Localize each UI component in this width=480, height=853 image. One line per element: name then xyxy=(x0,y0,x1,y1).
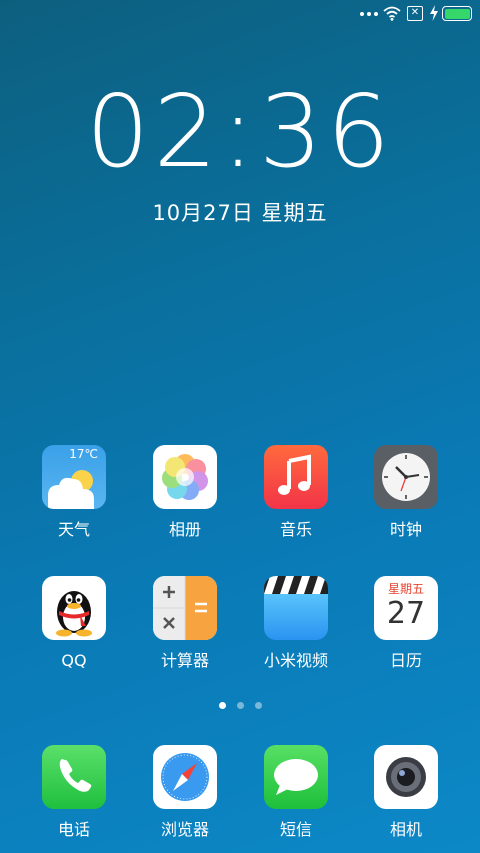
page-dot[interactable] xyxy=(236,702,244,709)
app-browser[interactable]: 浏览器 xyxy=(137,745,233,839)
app-label: 音乐 xyxy=(279,520,312,539)
app-clock[interactable]: 时钟 xyxy=(358,445,454,539)
app-label: 短信 xyxy=(279,820,312,839)
status-bar: ✕ xyxy=(0,0,480,28)
camera-icon xyxy=(374,745,438,809)
app-camera[interactable]: 相机 xyxy=(358,745,454,839)
app-calendar[interactable]: 星期五 27 日历 xyxy=(358,576,454,670)
app-label: 相册 xyxy=(168,520,201,539)
app-video[interactable]: 小米视频 xyxy=(248,576,344,670)
chat-bubble-icon xyxy=(264,745,328,809)
calendar-weekday: 星期五 xyxy=(387,582,424,596)
app-weather[interactable]: 17℃ 天气 xyxy=(26,445,122,539)
weather-icon: 17℃ xyxy=(42,445,106,509)
clapperboard-icon xyxy=(264,576,328,640)
battery-icon xyxy=(442,6,472,21)
calendar-icon: 星期五 27 xyxy=(374,576,438,640)
phone-icon xyxy=(42,745,106,809)
lock-clock-date[interactable]: 10月27日 星期五 xyxy=(0,197,480,227)
qq-penguin-icon xyxy=(42,576,106,640)
app-label: 电话 xyxy=(57,820,90,839)
app-sms[interactable]: 短信 xyxy=(248,745,344,839)
page-dot[interactable] xyxy=(254,702,262,709)
clock-icon xyxy=(374,445,438,509)
battery-level xyxy=(444,8,470,19)
app-music[interactable]: 音乐 xyxy=(248,445,344,539)
calendar-day: 27 xyxy=(386,596,426,631)
lock-clock-time[interactable]: 02:36 xyxy=(0,82,480,182)
photos-icon xyxy=(153,445,217,509)
app-calculator[interactable]: 计算器 xyxy=(137,576,233,670)
compass-icon xyxy=(153,745,217,809)
more-dots-icon xyxy=(360,12,378,18)
app-photos[interactable]: 相册 xyxy=(137,445,233,539)
charging-bolt-icon xyxy=(430,5,438,21)
music-note-icon xyxy=(264,445,328,509)
app-phone[interactable]: 电话 xyxy=(26,745,122,839)
no-sim-icon: ✕ xyxy=(407,6,423,21)
app-label: 计算器 xyxy=(160,651,209,670)
page-indicator[interactable] xyxy=(0,702,480,709)
app-label: 日历 xyxy=(389,651,422,670)
app-label: 浏览器 xyxy=(160,820,209,839)
app-label: 天气 xyxy=(57,520,90,539)
app-label: 相机 xyxy=(389,820,422,839)
wifi-icon xyxy=(383,6,401,21)
app-label: 时钟 xyxy=(389,520,422,539)
app-label: 小米视频 xyxy=(263,651,328,670)
calculator-icon xyxy=(153,576,217,640)
home-screen: ✕ 02:36 10月27日 星期五 17℃ 天气 相册 音乐 时钟 QQ 计算… xyxy=(0,0,480,853)
page-dot-active[interactable] xyxy=(218,702,226,709)
app-label: QQ xyxy=(61,651,87,670)
app-qq[interactable]: QQ xyxy=(26,576,122,670)
